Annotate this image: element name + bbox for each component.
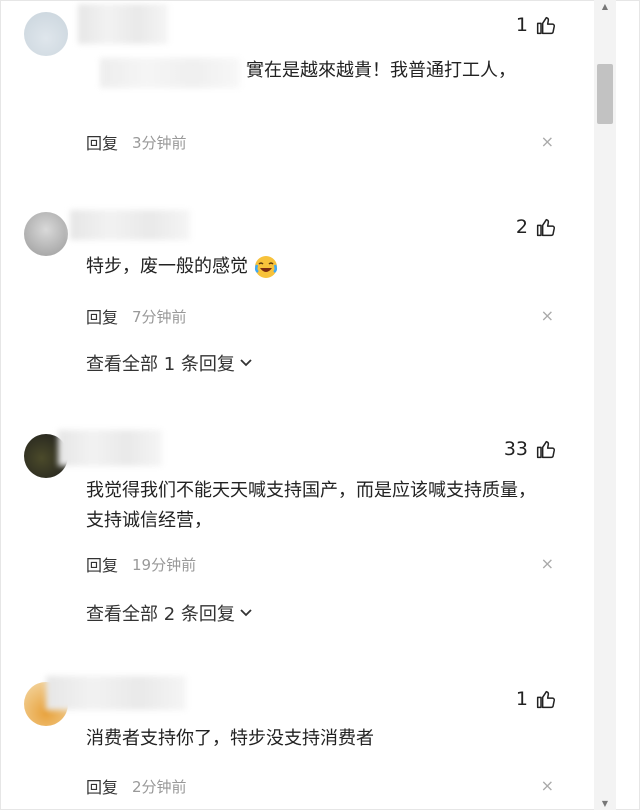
timestamp: 2分钟前 [132, 777, 187, 796]
timestamp: 7分钟前 [132, 307, 187, 326]
thumbs-up-icon[interactable] [536, 439, 556, 459]
comment-text: 實在是越來越貴！我普通打工人， [246, 60, 516, 81]
thumbs-up-icon[interactable] [536, 15, 556, 35]
laughing-crying-emoji-icon [254, 256, 277, 278]
comment-text-content: 特步，废一般的感觉 [86, 256, 248, 277]
close-icon[interactable]: × [541, 306, 554, 325]
close-icon[interactable]: × [541, 776, 554, 795]
vertical-scrollbar[interactable]: ▲ ▼ [594, 0, 616, 810]
comment-item: 1 消费者支持你了，特步没支持消费者 回复 2分钟前 × [0, 672, 594, 810]
comment-item: 33 我觉得我们不能天天喊支持国产，而是应该喊支持质量，支持诚信经营， 回复 1… [0, 420, 594, 660]
username-blurred [70, 210, 190, 240]
comment-item: 2 特步，废一般的感觉 回复 7分钟前 × 查看全部 1 条回复 [0, 200, 594, 400]
like-count: 1 [515, 688, 528, 710]
like-count: 33 [503, 438, 528, 460]
thumbs-up-icon[interactable] [536, 689, 556, 709]
like-control[interactable]: 2 [516, 216, 556, 238]
avatar[interactable] [24, 12, 68, 56]
reply-button[interactable]: 回复 [86, 774, 118, 798]
avatar[interactable] [24, 212, 68, 256]
comment-item: 1 實在是越來越貴！我普通打工人， 回复 3分钟前 × [0, 0, 594, 190]
close-icon[interactable]: × [541, 554, 554, 573]
thumbs-up-icon[interactable] [536, 217, 556, 237]
view-all-replies-link[interactable]: 查看全部 2 条回复 [86, 600, 253, 626]
like-control[interactable]: 1 [516, 688, 556, 710]
comment-actions: 回复 2分钟前 [86, 774, 187, 798]
reply-button[interactable]: 回复 [86, 130, 118, 154]
like-control[interactable]: 33 [504, 438, 556, 460]
view-all-replies-link[interactable]: 查看全部 1 条回复 [86, 350, 253, 376]
scroll-up-arrow-icon[interactable]: ▲ [594, 2, 616, 11]
scroll-down-arrow-icon[interactable]: ▼ [594, 799, 616, 808]
like-count: 1 [515, 14, 528, 36]
reply-button[interactable]: 回复 [86, 552, 118, 576]
comment-actions: 回复 19分钟前 [86, 552, 196, 576]
timestamp: 3分钟前 [132, 133, 187, 152]
view-replies-label: 查看全部 2 条回复 [86, 604, 235, 625]
reply-button[interactable]: 回复 [86, 304, 118, 328]
username-blurred [58, 430, 162, 466]
username-blurred [78, 4, 168, 44]
chevron-down-icon [240, 359, 252, 367]
like-count: 2 [515, 216, 528, 238]
chevron-down-icon [240, 609, 252, 617]
comment-actions: 回复 3分钟前 [86, 130, 187, 154]
close-icon[interactable]: × [541, 132, 554, 151]
comment-text: 特步，废一般的感觉 [86, 252, 556, 282]
username-blurred [100, 58, 240, 88]
timestamp: 19分钟前 [132, 555, 197, 574]
view-replies-label: 查看全部 1 条回复 [86, 354, 235, 375]
comment-text: 消费者支持你了，特步没支持消费者 [86, 728, 374, 749]
username-blurred [46, 676, 186, 710]
scrollbar-thumb[interactable] [597, 64, 613, 124]
comment-text: 我觉得我们不能天天喊支持国产，而是应该喊支持质量，支持诚信经营， [86, 480, 536, 531]
comment-actions: 回复 7分钟前 [86, 304, 187, 328]
like-control[interactable]: 1 [516, 14, 556, 36]
